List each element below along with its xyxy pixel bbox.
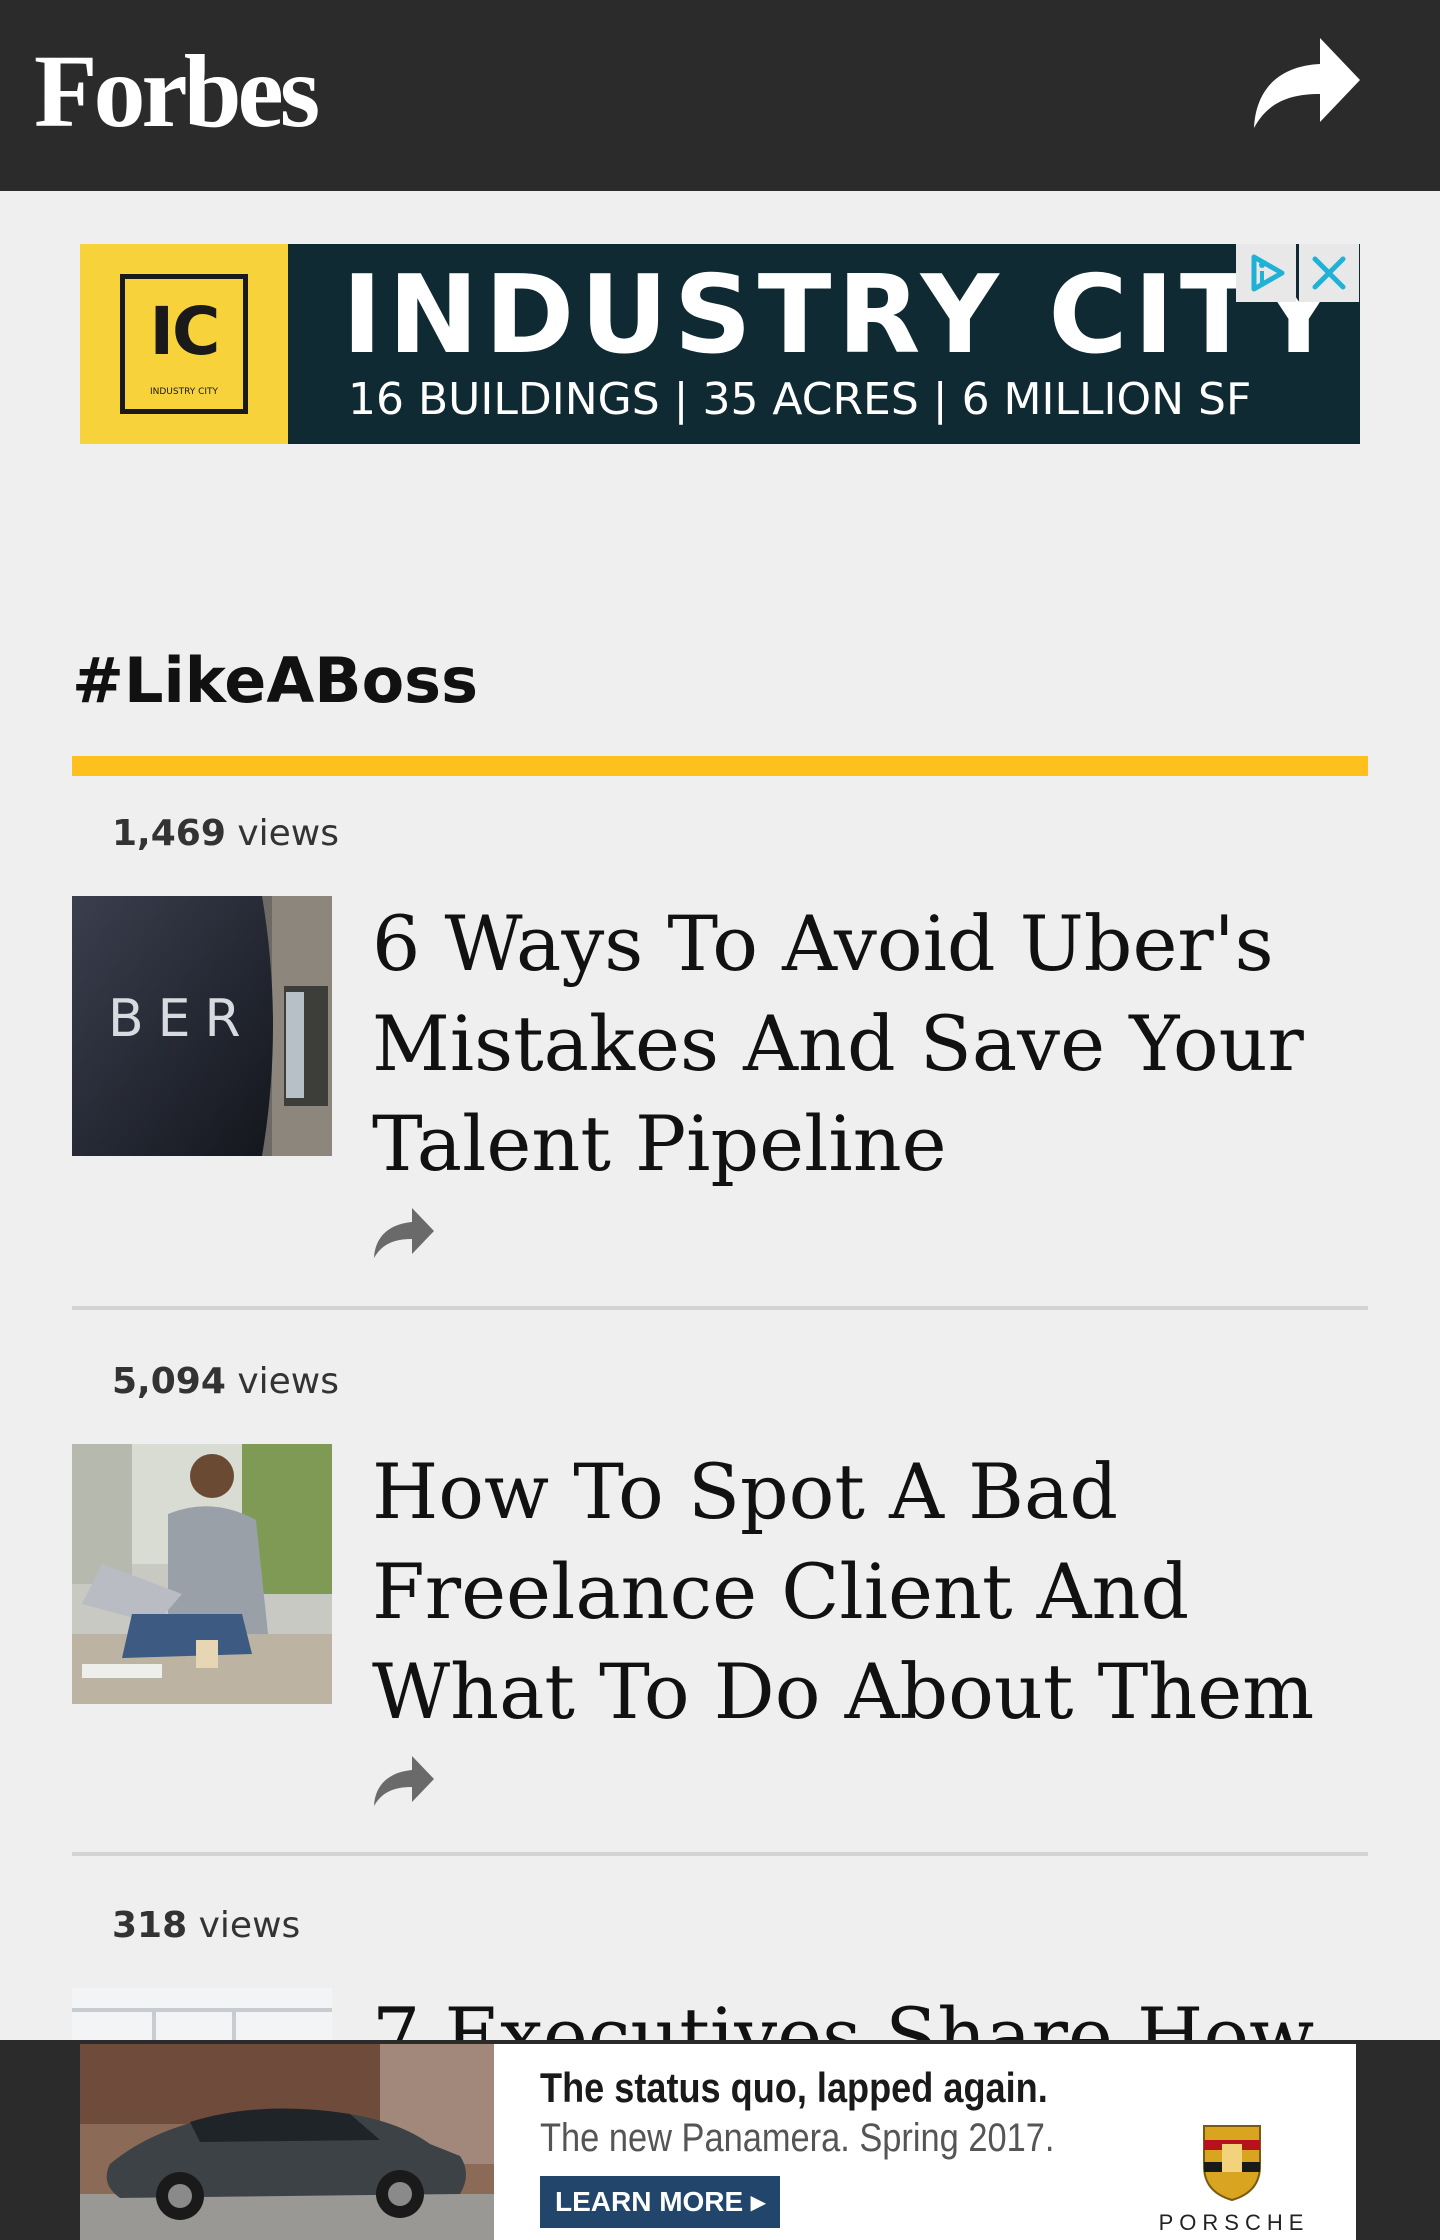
- share-arrow-icon[interactable]: [1250, 36, 1362, 132]
- view-count: 318 views: [112, 1905, 301, 1946]
- article-headline[interactable]: How To Spot A Bad Freelance Client And W…: [372, 1442, 1352, 1742]
- car-photo: [80, 2044, 494, 2240]
- close-icon[interactable]: [1299, 244, 1359, 302]
- share-arrow-icon[interactable]: [372, 1754, 436, 1808]
- section-title[interactable]: #LikeABoss: [72, 650, 478, 712]
- share-arrow-icon[interactable]: [372, 1206, 436, 1260]
- article-divider: [72, 1852, 1368, 1856]
- ad-headline: The status quo, lapped again.: [540, 2064, 1048, 2111]
- learn-more-button[interactable]: LEARN MORE ▸: [540, 2176, 780, 2228]
- ad-logo: IC INDUSTRY CITY: [80, 244, 288, 444]
- top-bar: Forbes: [0, 0, 1440, 191]
- section-accent-bar: [72, 756, 1368, 776]
- bottom-banner-ad-container: The status quo, lapped again. The new Pa…: [0, 2040, 1440, 2240]
- bottom-banner-ad[interactable]: The status quo, lapped again. The new Pa…: [80, 2044, 1356, 2240]
- ad-subheadline: The new Panamera. Spring 2017.: [540, 2116, 1055, 2160]
- ad-title: INDUSTRY CITY: [342, 253, 1344, 378]
- top-banner-ad[interactable]: IC INDUSTRY CITY INDUSTRY CITY 16 BUILDI…: [80, 244, 1360, 444]
- article-thumbnail[interactable]: BER: [72, 896, 332, 1156]
- article-thumbnail[interactable]: [72, 1444, 332, 1704]
- forbes-logo[interactable]: Forbes: [34, 40, 320, 144]
- adchoices-icon[interactable]: [1236, 244, 1296, 302]
- view-count: 5,094 views: [112, 1361, 339, 1402]
- article-divider: [72, 1306, 1368, 1310]
- article-headline[interactable]: 6 Ways To Avoid Uber's Mistakes And Save…: [372, 894, 1352, 1194]
- porsche-crest-icon: [1203, 2125, 1261, 2202]
- svg-text:BER: BER: [108, 989, 255, 1049]
- view-count: 1,469 views: [112, 813, 339, 854]
- ad-brand: PORSCHE: [1158, 2210, 1310, 2235]
- ad-subtitle: 16 BUILDINGS | 35 ACRES | 6 MILLION SF: [348, 374, 1252, 425]
